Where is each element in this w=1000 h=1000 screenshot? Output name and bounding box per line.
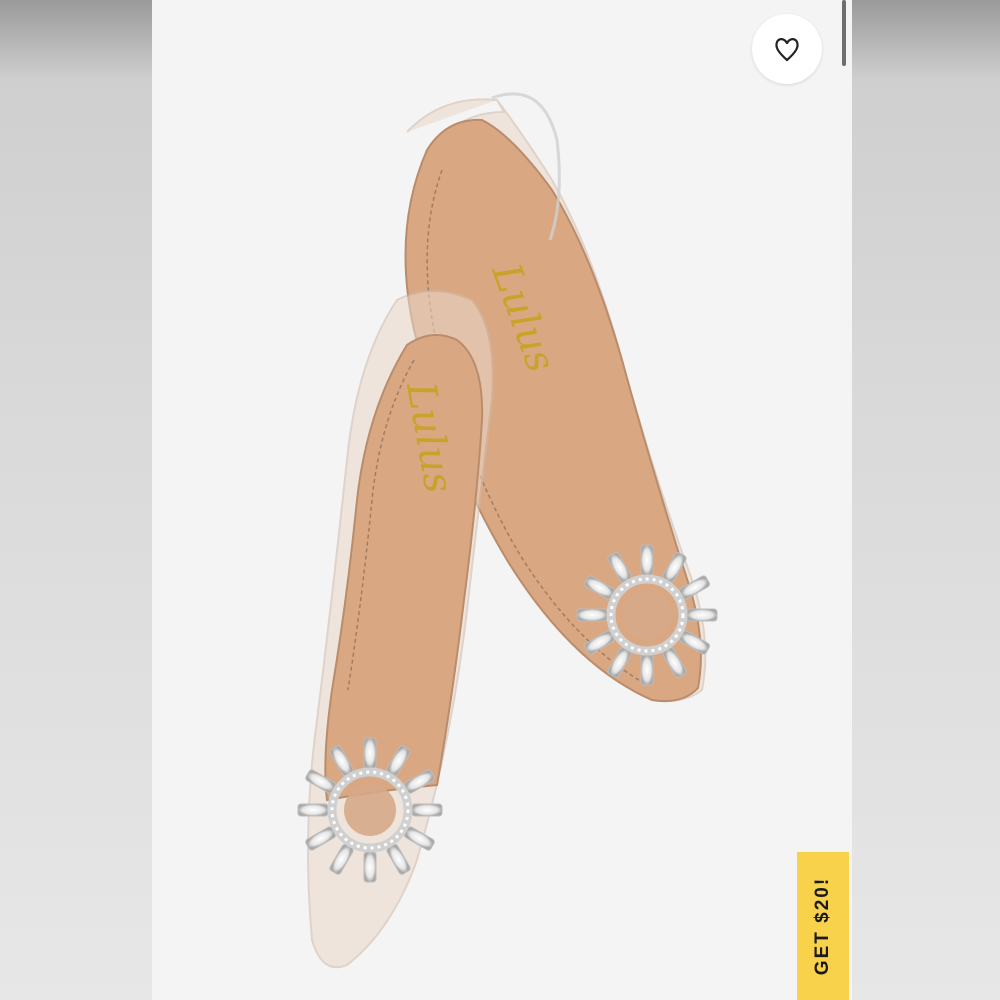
promo-label: GET $20! [812, 876, 833, 976]
scroll-indicator[interactable] [842, 0, 846, 66]
blurred-background-right [852, 0, 1000, 1000]
promo-tab[interactable]: GET $20! [797, 852, 849, 1000]
heart-outline-icon [775, 38, 799, 62]
product-photo: Lulus Lulus [152, 0, 852, 1000]
favorite-button[interactable] [752, 14, 822, 84]
blurred-background-left [0, 0, 152, 1000]
shoe-illustration: Lulus Lulus [297, 92, 718, 969]
